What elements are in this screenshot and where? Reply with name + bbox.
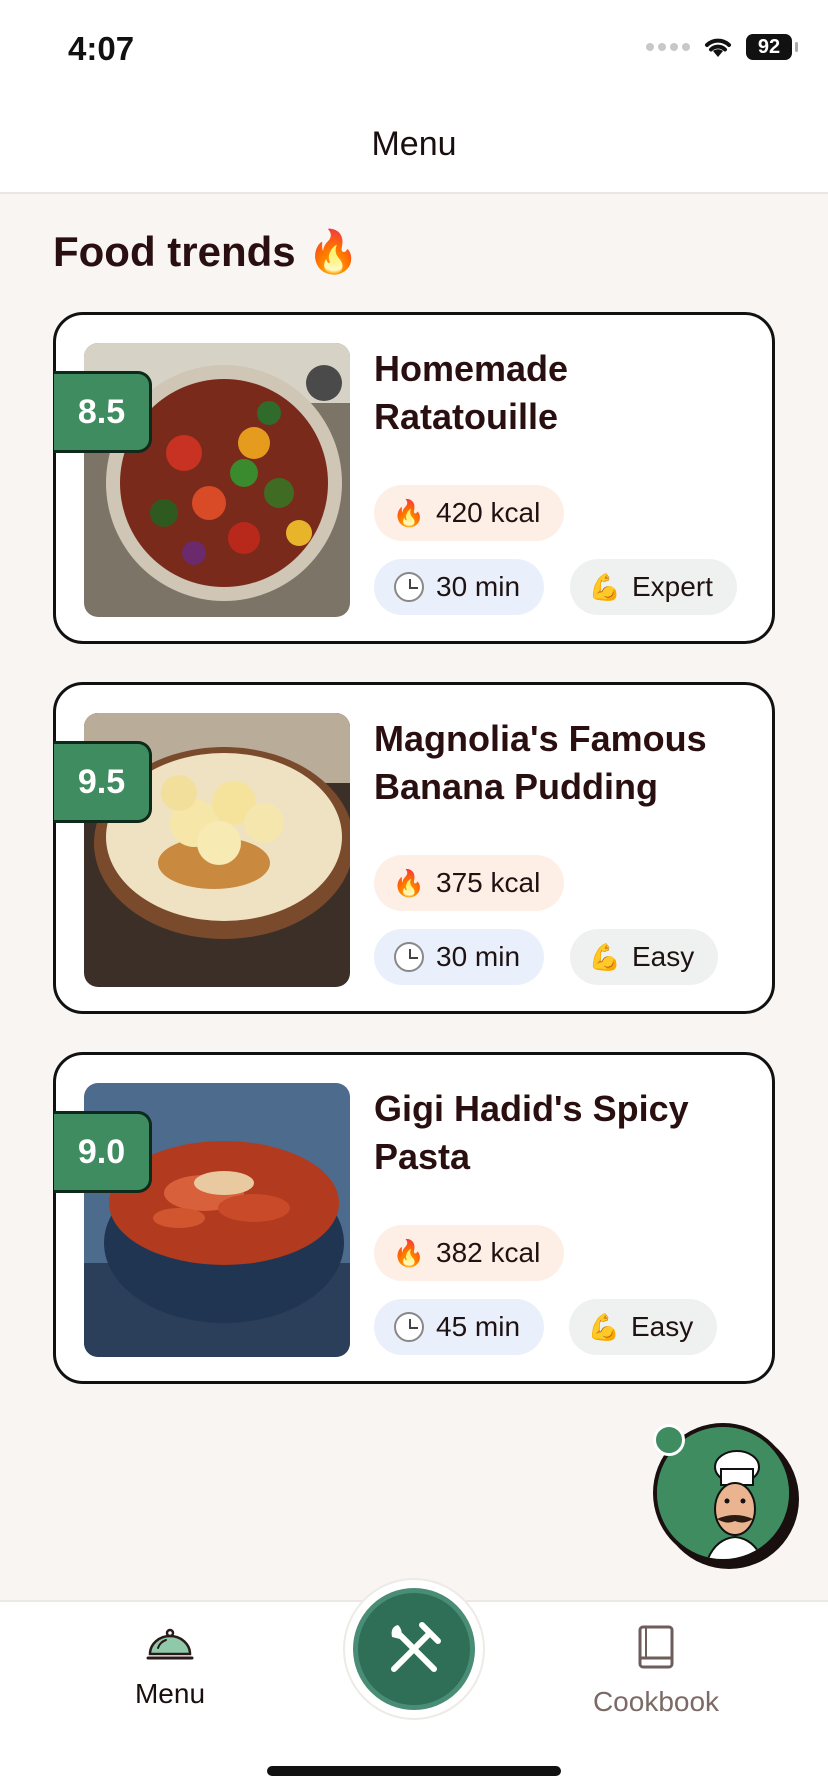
time-value: 45 min [436, 1311, 521, 1342]
book-icon [638, 1625, 674, 1669]
clock-icon [392, 572, 426, 602]
status-time: 4:07 [68, 30, 135, 67]
difficulty-chip: 💪 Easy [570, 929, 719, 985]
recipe-card[interactable]: 9.0 Gigi Hadid's Spicy Pasta 🔥 382 kcal … [53, 1052, 775, 1384]
cook-button[interactable] [353, 1588, 475, 1710]
tab-cookbook[interactable]: Cookbook [556, 1624, 756, 1718]
fire-icon: 🔥 [392, 867, 426, 898]
tab-menu[interactable]: Menu [70, 1624, 270, 1710]
clock-icon [392, 1312, 426, 1342]
calories-value: 420 kcal [436, 497, 541, 528]
fire-icon: 🔥 [392, 1237, 426, 1268]
wifi-icon [705, 38, 731, 57]
recipe-title: Homemade Ratatouille [374, 348, 569, 437]
nav-bar: Menu [0, 96, 828, 194]
flexed-bicep-icon: 💪 [587, 1311, 621, 1342]
difficulty-value: Easy [632, 941, 695, 972]
fire-icon: 🔥 [392, 497, 426, 528]
recipe-card[interactable]: 9.5 Magnolia's Famous Banana Pudding 🔥 3… [53, 682, 775, 1014]
recipe-title: Gigi Hadid's Spicy Pasta [374, 1088, 689, 1177]
fire-icon: 🔥 [307, 228, 360, 275]
rating-badge: 9.5 [54, 741, 152, 823]
section-title: Food trends 🔥 [53, 228, 360, 277]
rating-badge: 8.5 [54, 371, 152, 453]
time-value: 30 min [436, 571, 521, 602]
cloche-icon [146, 1628, 194, 1660]
difficulty-value: Expert [632, 571, 713, 602]
calories-chip: 🔥 382 kcal [374, 1225, 565, 1281]
rating-badge: 9.0 [54, 1111, 152, 1193]
difficulty-chip: 💪 Expert [570, 559, 737, 615]
time-value: 30 min [436, 941, 521, 972]
flexed-bicep-icon: 💪 [588, 941, 622, 972]
cellular-signal-icon [646, 43, 690, 51]
battery-icon: 92 [746, 34, 798, 60]
difficulty-chip: 💪 Easy [569, 1299, 718, 1355]
flexed-bicep-icon: 💪 [588, 571, 622, 602]
recipe-card[interactable]: 8.5 Homemade Ratatouille 🔥 420 kcal 30 m… [53, 312, 775, 644]
time-chip: 30 min [374, 559, 545, 615]
status-bar: 4:07 92 [0, 0, 828, 96]
time-chip: 30 min [374, 929, 545, 985]
calories-value: 382 kcal [436, 1237, 541, 1268]
time-chip: 45 min [374, 1299, 545, 1355]
recipe-title: Magnolia's Famous Banana Pudding [374, 718, 707, 807]
calories-chip: 🔥 420 kcal [374, 485, 565, 541]
tab-label: Cookbook [592, 1686, 720, 1717]
home-indicator[interactable] [267, 1766, 561, 1776]
calories-value: 375 kcal [436, 867, 541, 898]
fork-knife-icon [391, 1622, 441, 1672]
clock-icon [392, 942, 426, 972]
battery-level: 92 [757, 35, 781, 58]
online-status-dot [653, 1424, 685, 1456]
page-title: Menu [371, 124, 457, 163]
calories-chip: 🔥 375 kcal [374, 855, 565, 911]
difficulty-value: Easy [631, 1311, 694, 1342]
tab-label: Menu [134, 1678, 206, 1709]
section-title-text: Food trends [53, 228, 296, 275]
status-indicators: 92 [646, 34, 798, 60]
